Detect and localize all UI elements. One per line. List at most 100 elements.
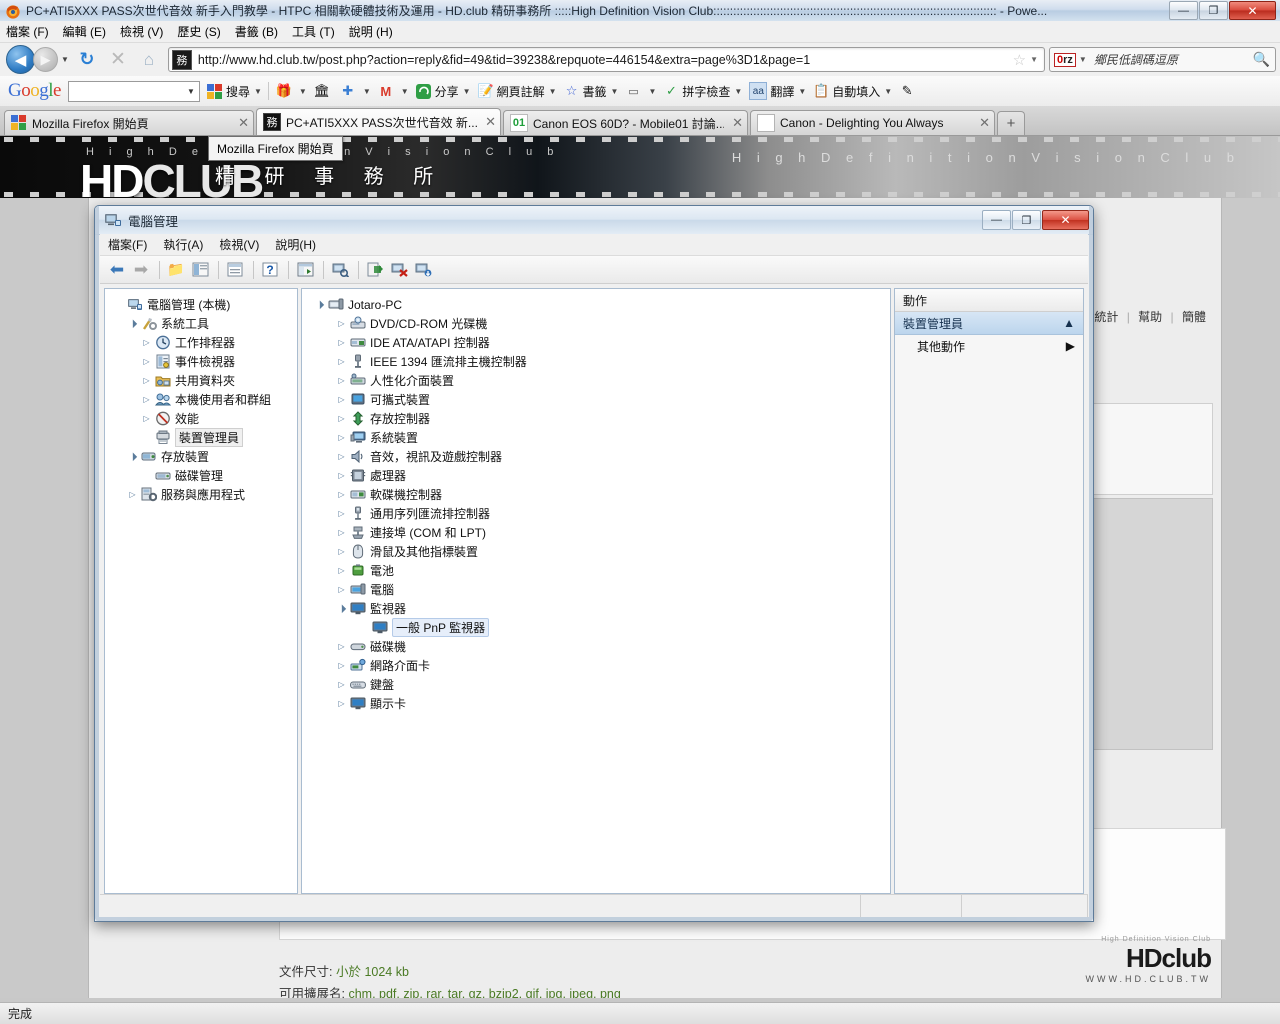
google-toolbar-item-spellcheck[interactable]: ✓拼字檢查▼ — [663, 83, 742, 100]
search-engine-icon[interactable]: 0rz — [1054, 53, 1076, 67]
expand-closed-icon[interactable]: ▷ — [336, 527, 347, 538]
cm-menu-action[interactable]: 執行(A) — [163, 236, 203, 253]
tree-row[interactable]: ▷鍵盤 — [310, 675, 886, 694]
tree-row[interactable]: ▷DVD/CD-ROM 光碟機 — [310, 314, 886, 333]
nav-link-stats[interactable]: 統計 — [1094, 310, 1118, 324]
update-driver-icon[interactable] — [364, 259, 386, 281]
tree-row-selected[interactable]: 一般 PnP 監視器 — [310, 618, 886, 637]
expand-closed-icon[interactable]: ▷ — [336, 508, 347, 519]
nav-link-help[interactable]: 幫助 — [1138, 310, 1162, 324]
tree-row[interactable]: ▷軟碟機控制器 — [310, 485, 886, 504]
tree-row[interactable]: ▷電腦 — [310, 580, 886, 599]
tree-row[interactable]: ▷電池 — [310, 561, 886, 580]
chevron-down-icon[interactable]: ▼ — [798, 87, 806, 96]
scan-hardware-icon[interactable] — [329, 259, 351, 281]
expand-open-icon[interactable]: ◢ — [334, 601, 350, 617]
tree-row[interactable]: ▷本機使用者和群組 — [111, 390, 293, 409]
expand-open-icon[interactable]: ◢ — [312, 297, 328, 313]
search-bar[interactable]: 0rz ▼ 鄉民低調碼逗原 🔍 — [1049, 47, 1276, 72]
tree-row[interactable]: ◢監視器 — [310, 599, 886, 618]
expand-closed-icon[interactable]: ▷ — [336, 470, 347, 481]
address-dropdown-icon[interactable]: ▼ — [1030, 55, 1038, 64]
menu-file[interactable]: 檔案 (F) — [6, 23, 49, 40]
tab-canon[interactable]: Canon - Delighting You Always ✕ — [750, 110, 995, 135]
tree-row[interactable]: ▷效能 — [111, 409, 293, 428]
expand-closed-icon[interactable]: ▷ — [336, 698, 347, 709]
uninstall-device-icon[interactable] — [412, 259, 434, 281]
reload-icon[interactable]: ↻ — [74, 47, 100, 73]
expand-closed-icon[interactable]: ▷ — [336, 394, 347, 405]
google-toolbar-item-bookmark[interactable]: ☆書籤▼ — [564, 83, 619, 100]
tree-row[interactable]: ▷人性化介面裝置 — [310, 371, 886, 390]
cm-menubar[interactable]: 檔案(F) 執行(A) 檢視(V) 說明(H) — [100, 234, 1088, 256]
expand-closed-icon[interactable]: ▷ — [336, 375, 347, 386]
google-toolbar-item-eraser[interactable]: ✎ — [899, 83, 918, 99]
tree-row[interactable]: ▷存放控制器 — [310, 409, 886, 428]
tree-row[interactable]: ▷磁碟機 — [310, 637, 886, 656]
google-toolbar-item-plus[interactable]: ✚▼ — [340, 83, 371, 99]
tab-hdclub-post[interactable]: 務 PC+ATI5XXX PASS次世代音效 新... ✕ — [256, 108, 501, 135]
tree-row[interactable]: ▷滑鼠及其他指標裝置 — [310, 542, 886, 561]
tree-row[interactable]: ▷通用序列匯流排控制器 — [310, 504, 886, 523]
tree-row[interactable]: ▷系統裝置 — [310, 428, 886, 447]
properties-icon[interactable] — [224, 259, 246, 281]
tree-row[interactable]: ▷音效，視訊及遊戲控制器 — [310, 447, 886, 466]
chevron-down-icon[interactable]: ▼ — [254, 87, 262, 96]
tree-row[interactable]: 磁碟管理 — [111, 466, 293, 485]
cm-scope-tree[interactable]: 電腦管理 (本機)◢系統工具▷工作排程器▷事件檢視器▷共用資料夾▷本機使用者和群… — [105, 289, 297, 504]
page-nav-links[interactable]: | 統計 | 幫助 | 簡體 — [1083, 308, 1211, 325]
menu-bookmarks[interactable]: 書籤 (B) — [235, 23, 278, 40]
stop-icon[interactable]: ✕ — [105, 47, 131, 73]
chevron-down-icon[interactable]: ▼ — [187, 87, 195, 96]
expand-closed-icon[interactable]: ▷ — [127, 489, 138, 500]
back-arrow-icon[interactable]: ◀ — [6, 45, 35, 74]
cm-scope-tree-panel[interactable]: 電腦管理 (本機)◢系統工具▷工作排程器▷事件檢視器▷共用資料夾▷本機使用者和群… — [104, 288, 298, 894]
menu-tools[interactable]: 工具 (T) — [292, 23, 335, 40]
forward-arrow-icon[interactable]: ▶ — [33, 47, 58, 72]
google-toolbar-item-translate[interactable]: aa翻譯▼ — [749, 82, 806, 100]
home-icon[interactable]: ⌂ — [136, 47, 162, 73]
expand-open-icon[interactable]: ◢ — [125, 316, 141, 332]
google-toolbar-item-highlight[interactable]: ▭▼ — [625, 83, 656, 99]
console-icon[interactable] — [294, 259, 316, 281]
expand-closed-icon[interactable]: ▷ — [336, 337, 347, 348]
google-toolbar-item-bank[interactable]: 🏛 — [314, 83, 333, 99]
help-icon[interactable]: ? — [259, 259, 281, 281]
tab-close-icon[interactable]: ✕ — [732, 115, 743, 131]
minimize-button[interactable]: — — [1169, 1, 1198, 20]
tree-row[interactable]: ▷顯示卡 — [310, 694, 886, 713]
chevron-down-icon[interactable]: ▼ — [648, 87, 656, 96]
disable-device-icon[interactable] — [388, 259, 410, 281]
search-icon[interactable]: 🔍 — [1253, 51, 1270, 68]
cm-device-tree[interactable]: ◢Jotaro-PC▷DVD/CD-ROM 光碟機▷IDE ATA/ATAPI … — [302, 289, 890, 713]
expand-closed-icon[interactable]: ▷ — [336, 356, 347, 367]
tree-row[interactable]: ▷連接埠 (COM 和 LPT) — [310, 523, 886, 542]
back-arrow-icon[interactable]: ⬅ — [106, 259, 128, 281]
tree-row[interactable]: ▷事件檢視器 — [111, 352, 293, 371]
menu-help[interactable]: 說明 (H) — [349, 23, 393, 40]
chevron-down-icon[interactable]: ▼ — [734, 87, 742, 96]
chevron-down-icon[interactable]: ▼ — [299, 87, 307, 96]
cm-menu-help[interactable]: 說明(H) — [275, 236, 316, 253]
close-button[interactable]: ✕ — [1229, 1, 1276, 20]
tree-row[interactable]: ▷服務與應用程式 — [111, 485, 293, 504]
google-search-input[interactable]: ▼ — [68, 81, 200, 102]
expand-closed-icon[interactable]: ▷ — [141, 337, 152, 348]
expand-closed-icon[interactable]: ▷ — [336, 660, 347, 671]
history-dropdown-icon[interactable]: ▼ — [61, 55, 69, 64]
expand-closed-icon[interactable]: ▷ — [141, 394, 152, 405]
expand-closed-icon[interactable]: ▷ — [336, 318, 347, 329]
tree-row[interactable]: ▷共用資料夾 — [111, 371, 293, 390]
chevron-down-icon[interactable]: ▼ — [549, 87, 557, 96]
tree-row-selected[interactable]: 裝置管理員 — [111, 428, 293, 447]
expand-closed-icon[interactable]: ▷ — [336, 451, 347, 462]
tree-row[interactable]: 電腦管理 (本機) — [111, 295, 293, 314]
cm-window-controls[interactable]: — ❐ ✕ — [981, 210, 1089, 230]
chevron-down-icon[interactable]: ▼ — [363, 87, 371, 96]
tree-row[interactable]: ◢系統工具 — [111, 314, 293, 333]
chevron-down-icon[interactable]: ▼ — [401, 87, 409, 96]
google-toolbar-item-sidewiki[interactable]: 📝網頁註解▼ — [478, 83, 557, 100]
expand-closed-icon[interactable]: ▷ — [141, 356, 152, 367]
chevron-down-icon[interactable]: ▼ — [884, 87, 892, 96]
forward-arrow-icon[interactable]: ➡ — [130, 259, 152, 281]
